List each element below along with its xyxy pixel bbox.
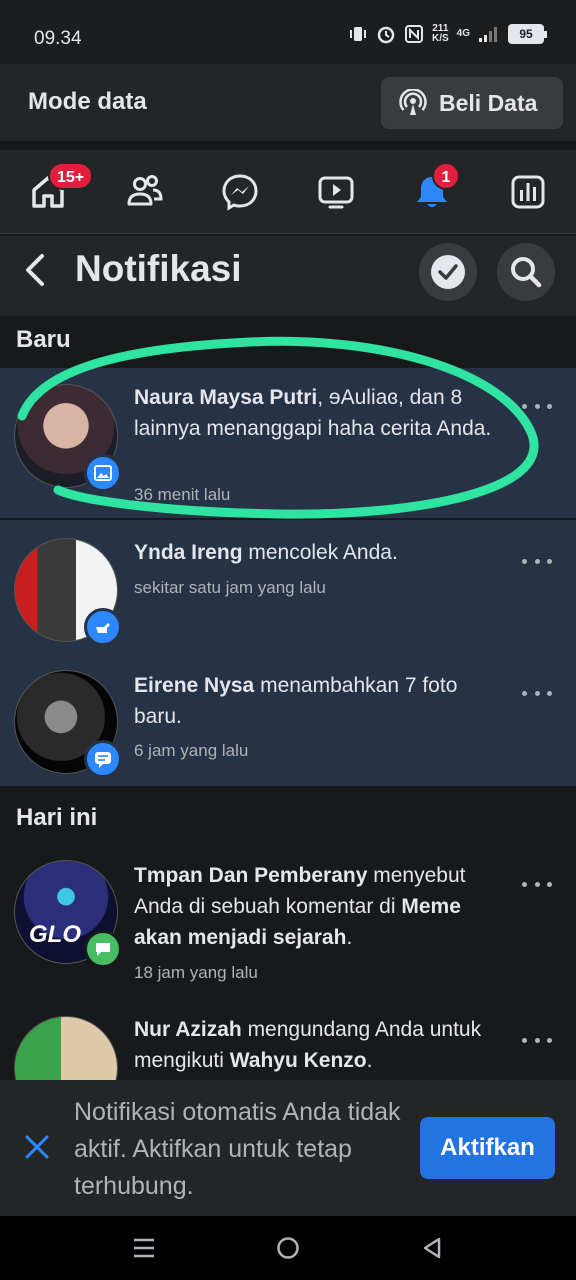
search-button[interactable] [497, 243, 555, 301]
avatar-text: GLO [29, 921, 81, 948]
status-bar: 09.34 211 K/S 4G 95 [0, 0, 576, 64]
enable-notifications-prompt: Notifikasi otomatis Anda tidak aktif. Ak… [0, 1080, 576, 1216]
avatar [14, 538, 122, 646]
notification-time: 6 jam yang lalu [134, 741, 249, 760]
prompt-text: Notifikasi otomatis Anda tidak aktif. Ak… [74, 1098, 401, 1200]
status-icons: 211 K/S 4G 95 [348, 23, 547, 44]
alarm-icon [377, 26, 395, 44]
avatar [14, 670, 122, 778]
notification-text: Nur Azizah mengundang Anda untuk mengiku… [134, 1018, 482, 1072]
buy-data-label: Beli Data [439, 89, 538, 116]
photos-added-icon [84, 740, 122, 778]
annotation-circle [17, 336, 539, 519]
dashboard-icon [511, 175, 545, 209]
messenger-icon [222, 174, 258, 211]
recent-apps-icon[interactable] [132, 1236, 156, 1260]
notification-text: Tmpan Dan Pemberany menyebut Anda di seb… [134, 864, 466, 949]
avatar: GLO [14, 860, 122, 968]
poke-icon [84, 608, 122, 646]
more-options-icon[interactable] [522, 1030, 552, 1050]
battery-indicator: 95 [508, 24, 547, 44]
notification-time: sekitar satu jam yang lalu [134, 578, 326, 597]
notification-text: Eirene Nysa menambahkan 7 foto baru. [134, 674, 458, 728]
activate-button[interactable]: Aktifkan [420, 1117, 555, 1179]
nav-messenger[interactable] [216, 168, 264, 216]
page-title: Notifikasi [75, 248, 242, 289]
system-navigation-bar [0, 1216, 576, 1280]
more-options-icon[interactable] [522, 551, 552, 571]
section-title-today: Hari ini [16, 804, 98, 831]
nav-watch[interactable] [312, 168, 360, 216]
watch-icon [318, 176, 354, 209]
data-mode-bar: Mode data Beli Data [0, 64, 576, 142]
buy-data-button[interactable]: Beli Data [381, 77, 563, 129]
broadcast-icon [399, 89, 427, 115]
search-icon [511, 257, 542, 288]
comment-icon [84, 930, 122, 968]
notification-item[interactable]: Ynda Ireng mencolek Anda. sekitar satu j… [0, 520, 576, 654]
data-mode-title: Mode data [28, 88, 147, 115]
net-speed: 211 K/S [431, 23, 449, 44]
check-circle-icon [431, 255, 465, 289]
nfc-icon [404, 25, 423, 43]
home-button-icon[interactable] [276, 1236, 300, 1260]
nav-friends[interactable] [120, 168, 168, 216]
avatar [14, 1016, 118, 1080]
notification-item[interactable]: GLO Tmpan Dan Pemberany menyebut Anda di… [0, 846, 576, 1000]
more-options-icon[interactable] [522, 874, 552, 894]
back-button-icon[interactable] [420, 1236, 444, 1260]
close-icon[interactable] [24, 1134, 50, 1160]
nav-dashboard[interactable] [504, 168, 552, 216]
vibrate-icon [349, 27, 366, 41]
notifications-badge: 1 [432, 162, 460, 190]
top-nav-bar: 15+ 1 [0, 150, 576, 234]
nav-notifications[interactable]: 1 [408, 162, 460, 216]
notification-text: Ynda Ireng mencolek Anda. [134, 541, 398, 564]
notification-time: 18 jam yang lalu [134, 963, 258, 982]
more-options-icon[interactable] [522, 683, 552, 703]
notification-item[interactable]: Nur Azizah mengundang Anda untuk mengiku… [0, 1002, 576, 1080]
back-arrow-icon[interactable] [18, 250, 54, 290]
status-time: 09.34 [34, 28, 82, 49]
nav-home[interactable]: 15+ [24, 162, 94, 216]
home-badge: 15+ [48, 162, 94, 190]
notifications-header: Notifikasi [0, 236, 576, 316]
mark-all-read-button[interactable] [419, 243, 477, 301]
friends-icon [127, 175, 163, 206]
network-type: 4G [456, 28, 470, 39]
notification-item[interactable]: Eirene Nysa menambahkan 7 foto baru. 6 j… [0, 654, 576, 786]
signal-icon [479, 27, 497, 42]
